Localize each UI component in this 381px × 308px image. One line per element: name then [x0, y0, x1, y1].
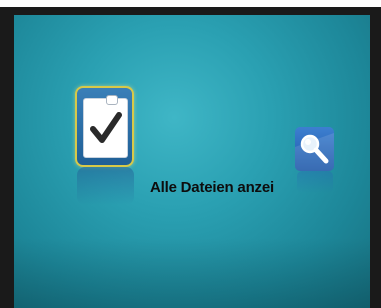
- menu-item-label: Alle Dateien anzei: [150, 179, 274, 196]
- show-all-files-menu-item[interactable]: [75, 86, 134, 167]
- clipboard-sheet: [83, 95, 128, 158]
- screen-bezel: Alle Dateien anzei: [0, 7, 381, 308]
- search-magnifier-icon: [295, 133, 334, 171]
- device-frame: Alle Dateien anzei: [0, 0, 381, 308]
- menu-item-reflection: [77, 167, 134, 205]
- menu-display: Alle Dateien anzei: [14, 15, 370, 308]
- search-menu-item[interactable]: [295, 127, 334, 171]
- search-item-reflection: [297, 171, 333, 193]
- checkmark-icon: [90, 112, 122, 143]
